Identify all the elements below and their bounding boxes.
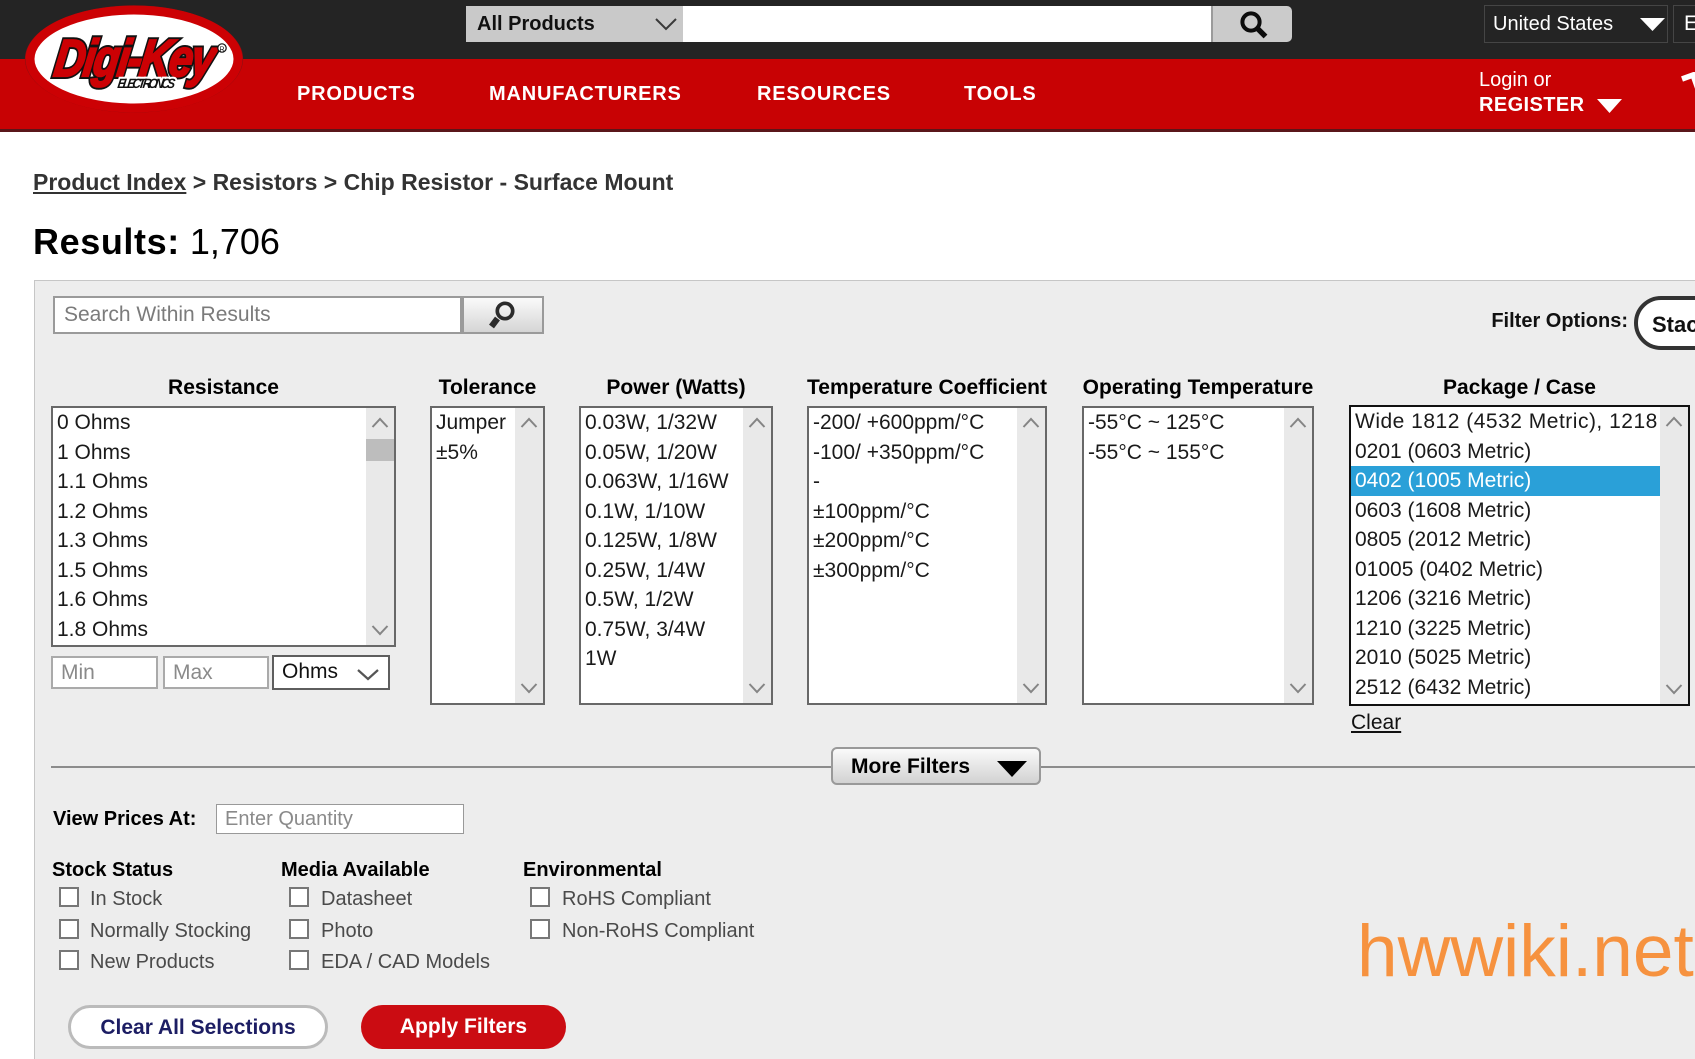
- svg-text:ELECTRONICS: ELECTRONICS: [117, 75, 177, 91]
- svg-text:R: R: [220, 47, 225, 54]
